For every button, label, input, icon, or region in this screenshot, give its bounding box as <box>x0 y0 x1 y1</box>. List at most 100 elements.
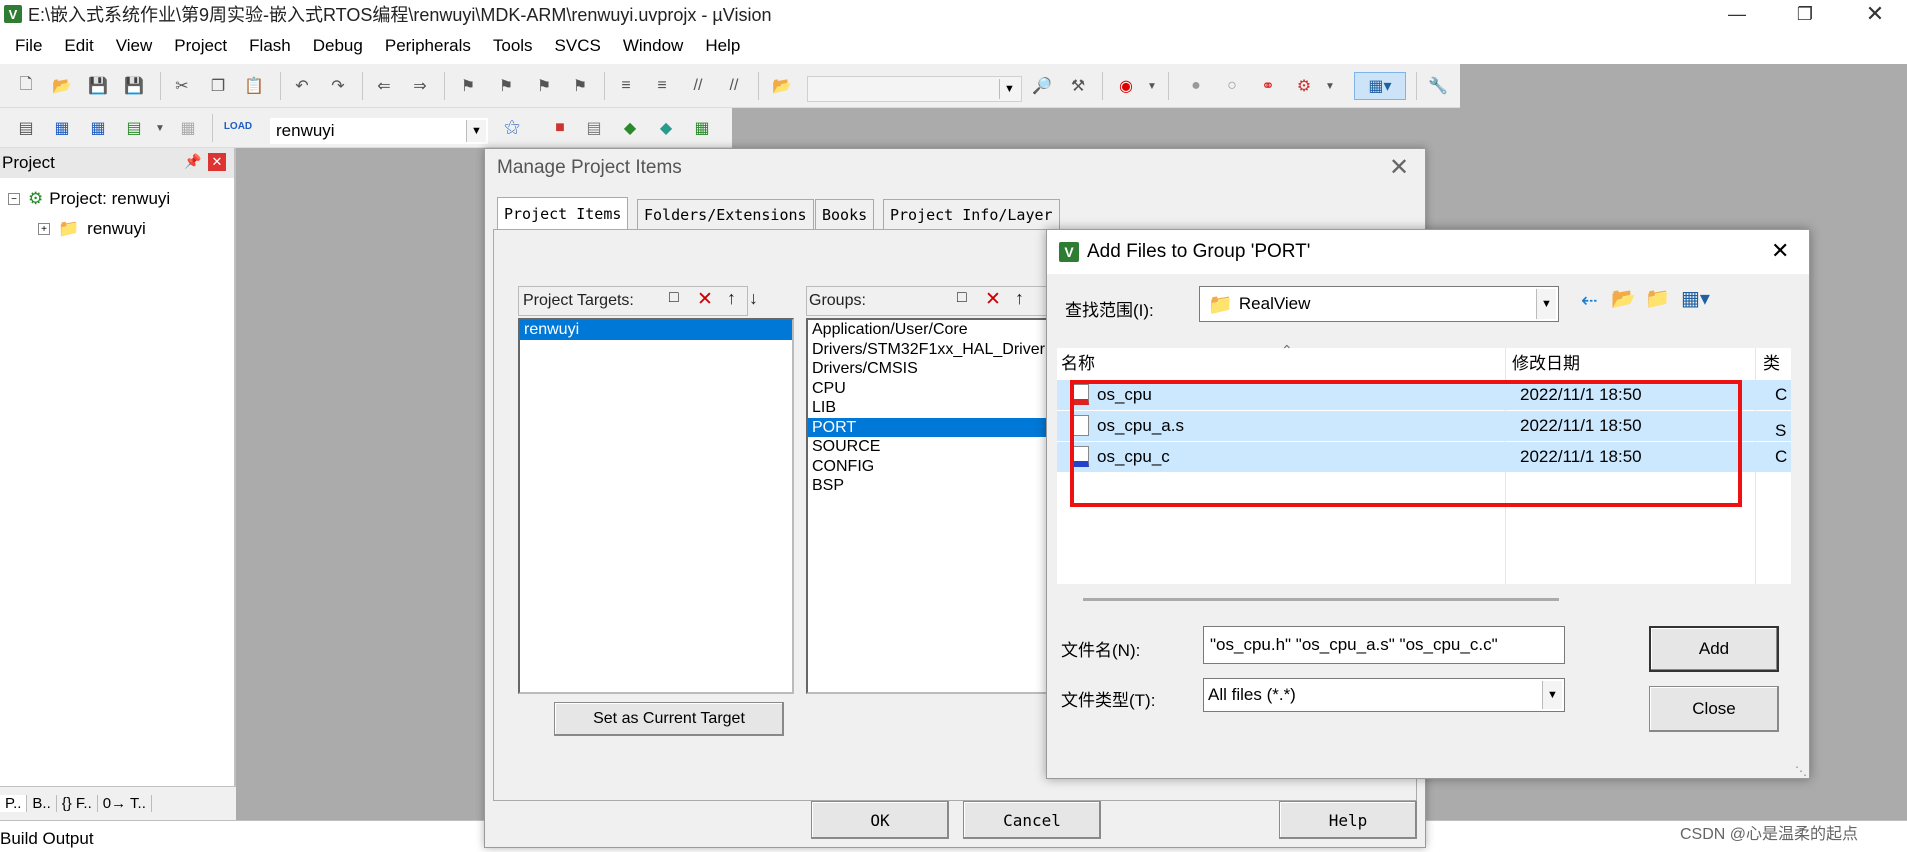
bookmark-icon[interactable]: ⚑ <box>456 74 480 98</box>
comment-icon[interactable]: // <box>686 74 710 98</box>
paste-icon[interactable]: 📋 <box>242 74 266 98</box>
breakpoint-icon[interactable]: ● <box>1184 74 1208 98</box>
copy-icon[interactable]: ❐ <box>206 74 230 98</box>
resize-grip-icon[interactable]: ⋱ <box>1795 764 1807 778</box>
minimize-icon[interactable]: — <box>1708 0 1766 28</box>
menu-project[interactable]: Project <box>163 36 238 56</box>
prev-bookmark-icon[interactable]: ⚑ <box>494 74 518 98</box>
maximize-icon[interactable]: ❐ <box>1776 0 1834 28</box>
chevron-down-icon[interactable]: ▼ <box>1318 74 1342 98</box>
new-group-icon[interactable]: □ <box>957 289 967 307</box>
expand-icon[interactable]: + <box>38 223 50 235</box>
undo-icon[interactable]: ↶ <box>290 74 314 98</box>
collapse-icon[interactable]: − <box>8 193 20 205</box>
pack-installer-icon[interactable]: ◆ <box>654 116 678 140</box>
source-browser-icon[interactable]: ⚒ <box>1066 74 1090 98</box>
chevron-down-icon[interactable]: ▼ <box>148 116 172 140</box>
ok-button[interactable]: OK <box>811 801 949 839</box>
horizontal-scrollbar[interactable] <box>1083 598 1559 601</box>
configure-wrench-icon[interactable]: 🔧 <box>1426 74 1450 98</box>
save-icon[interactable]: 💾 <box>86 74 110 98</box>
filetype-select[interactable]: All files (*.*) ▼ <box>1203 678 1565 712</box>
translate-icon[interactable]: ▤ <box>14 116 38 140</box>
tab-templates[interactable]: 0→ T.. <box>98 795 152 812</box>
file-extensions-icon[interactable]: ▤ <box>582 116 606 140</box>
manage-project-items-icon[interactable]: ■ <box>548 116 572 140</box>
manage-run-time-icon[interactable]: ◆ <box>618 116 642 140</box>
add-button[interactable]: Add <box>1649 626 1779 672</box>
pin-icon[interactable]: 📌 <box>184 153 201 170</box>
target-options-icon[interactable]: ⚝ <box>500 116 524 140</box>
look-in-select[interactable]: 📁 RealView ▼ <box>1199 286 1559 322</box>
list-item-target[interactable]: renwuyi <box>520 320 792 340</box>
nav-forward-icon[interactable]: ⇒ <box>408 74 432 98</box>
menu-help[interactable]: Help <box>694 36 751 56</box>
incremental-find-icon[interactable]: 🔎 <box>1030 74 1054 98</box>
new-file-icon[interactable]: 🗋 <box>14 74 38 98</box>
tab-folders-extensions[interactable]: Folders/Extensions <box>637 199 814 229</box>
next-bookmark-icon[interactable]: ⚑ <box>532 74 556 98</box>
view-menu-icon[interactable]: ▦▾ <box>1681 286 1710 311</box>
rebuild-icon[interactable]: ▦ <box>86 116 110 140</box>
chevron-down-icon[interactable]: ▼ <box>1140 74 1164 98</box>
menu-svcs[interactable]: SVCS <box>544 36 612 56</box>
tab-project-items[interactable]: Project Items <box>497 197 629 229</box>
tab-functions[interactable]: {} F.. <box>57 795 98 812</box>
close-icon[interactable]: ✕ <box>1846 0 1904 28</box>
menu-flash[interactable]: Flash <box>238 36 302 56</box>
menu-edit[interactable]: Edit <box>53 36 104 56</box>
window-layout-icon[interactable]: ▦▾ <box>1354 72 1406 100</box>
menu-file[interactable]: File <box>4 36 53 56</box>
tab-project-info-layer[interactable]: Project Info/Layer <box>883 199 1060 229</box>
uncomment-icon[interactable]: // <box>722 74 746 98</box>
target-select[interactable]: renwuyi ▼ <box>270 118 488 144</box>
indent-icon[interactable]: ≡ <box>614 74 638 98</box>
delete-target-icon[interactable]: ✕ <box>697 288 713 311</box>
save-all-icon[interactable]: 💾 <box>122 74 146 98</box>
download-load-icon[interactable]: LOAD <box>224 114 252 138</box>
close-button[interactable]: Close <box>1649 686 1779 732</box>
disable-breakpoint-icon[interactable]: ○ <box>1220 74 1244 98</box>
set-current-target-button[interactable]: Set as Current Target <box>554 702 784 736</box>
build-icon[interactable]: ▦ <box>50 116 74 140</box>
tree-item-project[interactable]: − ⚙ Project: renwuyi <box>0 184 232 214</box>
unindent-icon[interactable]: ≡ <box>650 74 674 98</box>
tree-item-target[interactable]: + 📁 renwuyi <box>0 214 232 244</box>
close-panel-icon[interactable]: ✕ <box>208 153 226 171</box>
move-up-icon[interactable]: ↑ <box>1015 288 1024 309</box>
menu-view[interactable]: View <box>105 36 164 56</box>
kill-breakpoints-icon[interactable]: ⚭ <box>1256 74 1280 98</box>
nav-back-icon[interactable]: ⇐ <box>372 74 396 98</box>
open-folder-icon[interactable]: 📂 <box>50 74 74 98</box>
cancel-button[interactable]: Cancel <box>963 801 1101 839</box>
move-up-icon[interactable]: ↑ <box>727 288 736 309</box>
move-down-icon[interactable]: ↓ <box>749 288 758 309</box>
delete-group-icon[interactable]: ✕ <box>985 288 1001 311</box>
tab-project[interactable]: P.. <box>0 795 28 812</box>
filename-input[interactable]: "os_cpu.h" "os_cpu_a.s" "os_cpu_c.c" <box>1203 626 1565 664</box>
cut-icon[interactable]: ✂ <box>170 74 194 98</box>
new-folder-icon[interactable]: 📁 <box>1645 286 1670 311</box>
select-packs-icon[interactable]: ▦ <box>690 116 714 140</box>
column-name[interactable]: 名称 <box>1061 348 1095 374</box>
menu-tools[interactable]: Tools <box>482 36 544 56</box>
debug-session-icon[interactable]: ◉ <box>1114 74 1138 98</box>
clear-bookmarks-icon[interactable]: ⚑ <box>568 74 592 98</box>
batch-build-icon[interactable]: ▤ <box>122 116 146 140</box>
up-folder-icon[interactable]: 📂 <box>1611 286 1636 311</box>
column-date[interactable]: 修改日期 <box>1512 348 1580 374</box>
tab-books[interactable]: B.. <box>27 795 57 812</box>
settings-gear-icon[interactable]: ⚙ <box>1292 74 1316 98</box>
find-in-files-icon[interactable]: 📂 <box>770 74 794 98</box>
close-icon[interactable]: ✕ <box>1389 153 1409 182</box>
new-target-icon[interactable]: □ <box>669 289 679 307</box>
back-arrow-icon[interactable]: ⇠ <box>1581 288 1598 313</box>
menu-debug[interactable]: Debug <box>302 36 374 56</box>
menu-peripherals[interactable]: Peripherals <box>374 36 482 56</box>
stop-build-icon[interactable]: ▦ <box>176 116 200 140</box>
redo-icon[interactable]: ↷ <box>326 74 350 98</box>
find-combo[interactable]: ▼ <box>807 76 1022 102</box>
menu-window[interactable]: Window <box>612 36 694 56</box>
close-icon[interactable]: ✕ <box>1771 238 1789 264</box>
column-type[interactable]: 类 <box>1763 348 1791 374</box>
